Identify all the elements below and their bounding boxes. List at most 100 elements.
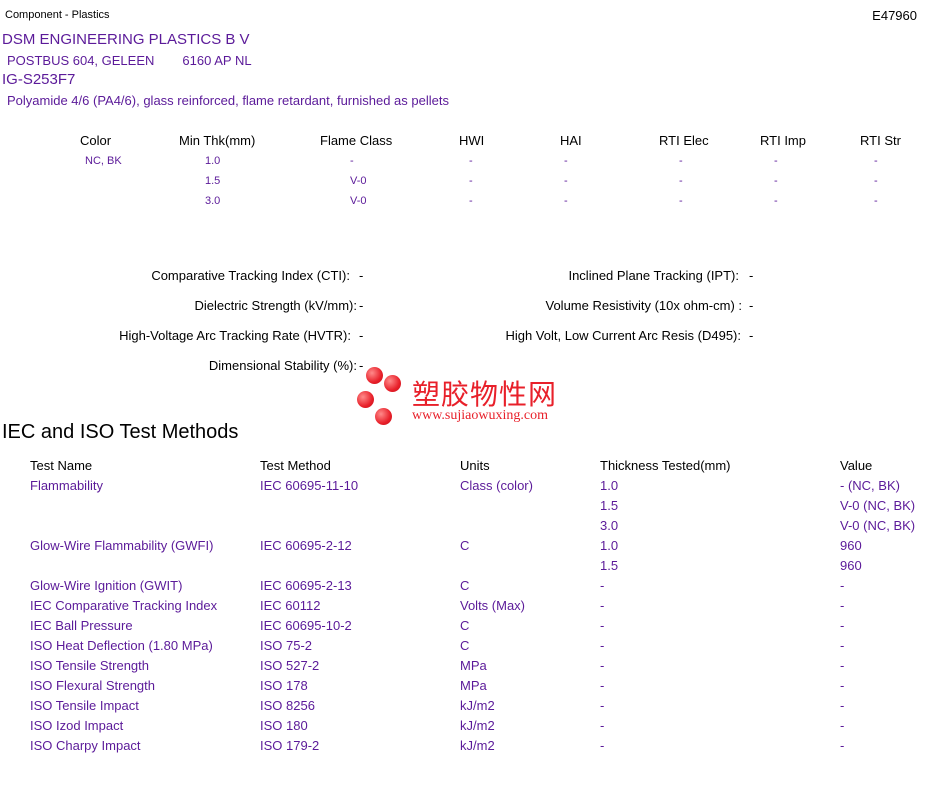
- rti-imp-header: RTI Imp: [760, 133, 806, 148]
- section-title: IEC and ISO Test Methods: [2, 421, 239, 443]
- test-method-cell: IEC 60695-11-10: [260, 478, 359, 493]
- value-cell: - (NC, BK): [840, 478, 900, 493]
- watermark-dot: [384, 375, 401, 392]
- units-cell: kJ/m2: [460, 698, 495, 713]
- test-name-cell: ISO Flexural Strength: [30, 678, 155, 693]
- thickness-cell: 1.5: [600, 498, 619, 513]
- units-cell: kJ/m2: [460, 718, 495, 733]
- test-name-cell: Flammability: [30, 478, 103, 493]
- thickness-cell: 1.0: [600, 478, 619, 493]
- hwi-header: HWI: [459, 133, 485, 148]
- rti-str-cell: -: [874, 155, 878, 167]
- thickness-cell: 1.0: [600, 538, 619, 553]
- hvtr-value: -: [359, 328, 364, 343]
- thickness-cell: 3.0: [600, 518, 619, 533]
- rti-elec-cell: -: [679, 155, 683, 167]
- flame-cell: V-0: [350, 195, 367, 207]
- dielectric-label: Dielectric Strength (kV/mm):: [194, 298, 357, 313]
- test-name-cell: ISO Tensile Impact: [30, 698, 139, 713]
- file-number: E47960: [872, 8, 917, 23]
- units-cell: kJ/m2: [460, 738, 495, 753]
- test-method-cell: IEC 60695-10-2: [260, 618, 352, 633]
- hwi-cell: -: [469, 155, 473, 167]
- hwi-cell: -: [469, 195, 473, 207]
- units-cell: MPa: [460, 678, 487, 693]
- ipt-label: Inclined Plane Tracking (IPT):: [568, 268, 739, 283]
- value-cell: -: [840, 738, 845, 753]
- flame-class-header: Flame Class: [320, 133, 393, 148]
- thickness-cell: -: [600, 738, 605, 753]
- watermark-dot: [357, 391, 374, 408]
- rti-imp-cell: -: [774, 175, 778, 187]
- address-postal: 6160 AP NL: [182, 53, 252, 68]
- hai-cell: -: [564, 195, 568, 207]
- watermark-dot: [375, 408, 392, 425]
- rti-elec-cell: -: [679, 175, 683, 187]
- value-cell: -: [840, 598, 845, 613]
- test-method-cell: ISO 527-2: [260, 658, 320, 673]
- watermark-logo: 塑胶物性网 www.sujiaowuxing.com: [355, 367, 595, 429]
- value-cell: V-0 (NC, BK): [840, 498, 916, 513]
- thickness-cell: -: [600, 598, 605, 613]
- value-cell: -: [840, 718, 845, 733]
- thickness-cell: -: [600, 718, 605, 733]
- thickness-cell: -: [600, 698, 605, 713]
- watermark-chinese: 塑胶物性网: [412, 378, 558, 411]
- volume-resistivity-value: -: [749, 298, 754, 313]
- test-method-cell: IEC 60112: [260, 598, 321, 613]
- thk-cell: 3.0: [205, 195, 221, 207]
- units-cell: C: [460, 538, 470, 553]
- value-cell: -: [840, 698, 845, 713]
- color-cell: NC, BK: [85, 155, 122, 167]
- rti-str-cell: -: [874, 195, 878, 207]
- thickness-cell: -: [600, 578, 605, 593]
- ipt-value: -: [749, 268, 754, 283]
- test-name-cell: ISO Tensile Strength: [30, 658, 149, 673]
- address-street: POSTBUS 604, GELEEN: [7, 53, 155, 68]
- value-cell: -: [840, 658, 845, 673]
- watermark-dot: [366, 367, 383, 384]
- d495-value: -: [749, 328, 754, 343]
- test-name-cell: Glow-Wire Ignition (GWIT): [30, 578, 183, 593]
- rti-str-cell: -: [874, 175, 878, 187]
- hai-cell: -: [564, 175, 568, 187]
- thk-cell: 1.5: [205, 175, 221, 187]
- test-method-cell: IEC 60695-2-12: [260, 538, 352, 553]
- value-cell: -: [840, 678, 845, 693]
- value-cell: 960: [840, 558, 862, 573]
- test-name-cell: ISO Heat Deflection (1.80 MPa): [30, 638, 213, 653]
- company-address: POSTBUS 604, GELEEN 6160 AP NL: [7, 53, 252, 68]
- units-cell: C: [460, 618, 470, 633]
- rti-imp-cell: -: [774, 195, 778, 207]
- test-name-header: Test Name: [30, 458, 93, 473]
- company-name: DSM ENGINEERING PLASTICS B V: [2, 31, 250, 48]
- flame-cell: V-0: [350, 175, 367, 187]
- rti-imp-cell: -: [774, 155, 778, 167]
- value-cell: V-0 (NC, BK): [840, 518, 916, 533]
- cti-label: Comparative Tracking Index (CTI):: [151, 268, 350, 283]
- product-description: Polyamide 4/6 (PA4/6), glass reinforced,…: [7, 93, 449, 108]
- document-category: Component - Plastics: [5, 9, 110, 21]
- rti-elec-cell: -: [679, 195, 683, 207]
- value-cell: -: [840, 618, 845, 633]
- cti-value: -: [359, 268, 364, 283]
- d495-label: High Volt, Low Current Arc Resis (D495):: [505, 328, 741, 343]
- volume-resistivity-label: Volume Resistivity (10x ohm-cm) :: [545, 298, 743, 313]
- units-header: Units: [460, 458, 490, 473]
- test-method-cell: ISO 75-2: [260, 638, 313, 653]
- min-thk-header: Min Thk(mm): [179, 133, 256, 148]
- units-cell: C: [460, 638, 470, 653]
- units-cell: Class (color): [460, 478, 533, 493]
- thickness-cell: 1.5: [600, 558, 619, 573]
- value-cell: -: [840, 638, 845, 653]
- value-header: Value: [840, 458, 873, 473]
- thk-cell: 1.0: [205, 155, 221, 167]
- product-grade: IG-S253F7: [2, 71, 76, 88]
- hai-header: HAI: [560, 133, 582, 148]
- hai-cell: -: [564, 155, 568, 167]
- units-cell: MPa: [460, 658, 487, 673]
- test-method-header: Test Method: [260, 458, 331, 473]
- test-method-cell: ISO 8256: [260, 698, 315, 713]
- rti-elec-header: RTI Elec: [659, 133, 709, 148]
- test-name-cell: IEC Comparative Tracking Index: [30, 598, 218, 613]
